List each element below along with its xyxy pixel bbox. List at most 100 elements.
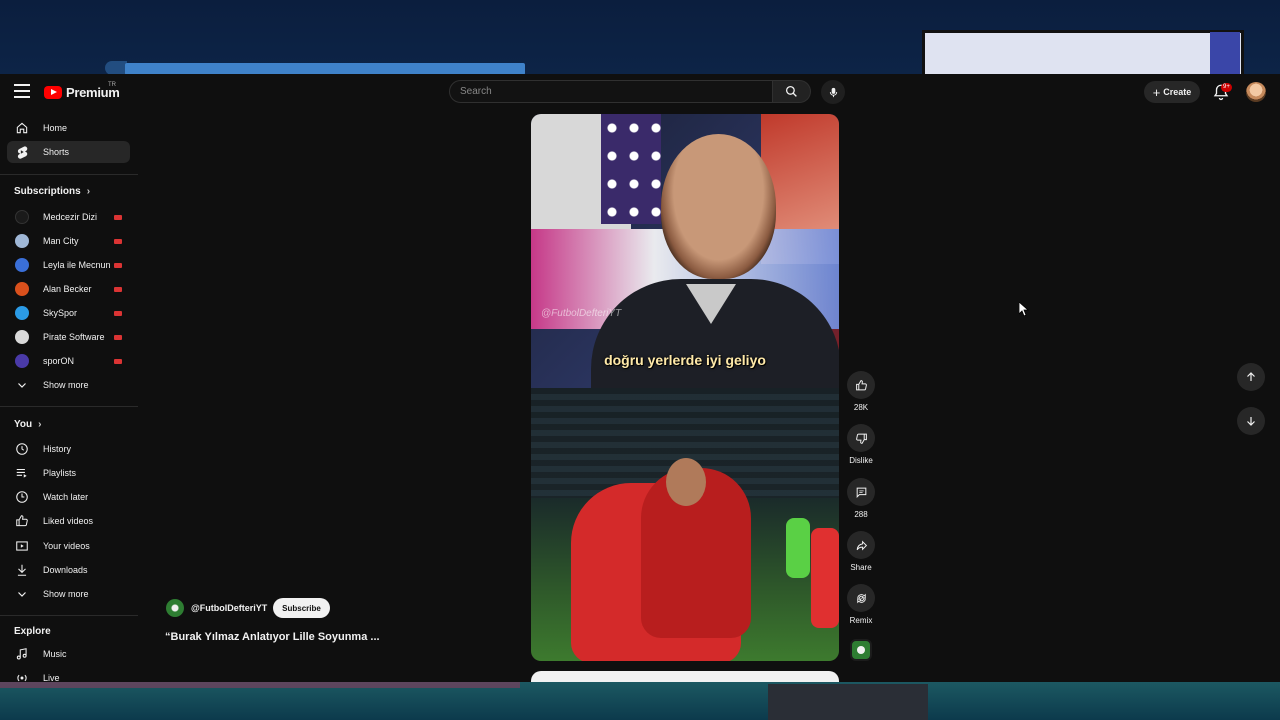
sidebar-item-alan-becker[interactable]: Alan Becker	[7, 278, 130, 300]
channel-avatar	[15, 258, 29, 272]
sidebar-item-label: Medcezir Dizi	[43, 212, 98, 222]
search-box	[449, 80, 773, 103]
explore-header: Explore	[14, 626, 51, 637]
sound-source-avatar[interactable]	[850, 639, 872, 661]
sidebar-item-live[interactable]: Live	[7, 667, 130, 682]
home-icon	[15, 121, 29, 135]
sidebar-item-watch-later[interactable]: Watch later	[7, 486, 130, 508]
sidebar-item-label: SkySpor	[43, 308, 78, 318]
sidebar-item-label: Playlists	[43, 468, 77, 478]
voice-search-button[interactable]	[821, 80, 845, 104]
short-video-player[interactable]: @FutbolDefteriYT doğru yerlerde iyi geli…	[531, 114, 839, 388]
menu-icon[interactable]	[14, 84, 30, 98]
playlists-icon	[15, 466, 29, 480]
plus-icon: +	[1152, 84, 1161, 100]
sidebar-item-label: Show more	[43, 380, 89, 390]
thumbs-up-icon	[855, 379, 867, 390]
live-icon	[15, 671, 29, 682]
search-input[interactable]	[450, 81, 772, 102]
create-label: Create	[1163, 87, 1192, 97]
sidebar-item-label: sporON	[43, 356, 75, 366]
subscribe-button[interactable]: Subscribe	[273, 598, 330, 618]
like-icon	[15, 514, 29, 528]
comments-action: 288	[846, 478, 876, 519]
sidebar-item-music[interactable]: Music	[7, 643, 130, 665]
sidebar: Home Shorts Subscriptions › Medcezir Diz…	[0, 110, 140, 682]
dislike-action: Dislike	[846, 424, 876, 465]
sidebar-item-label: Shorts	[43, 147, 70, 157]
chevron-down-icon	[15, 378, 29, 392]
your-videos-icon	[15, 539, 29, 553]
sidebar-item-label: Leyla ile Mecnun	[43, 260, 111, 270]
channel-avatar	[15, 282, 29, 296]
backdrop-decoration	[105, 61, 127, 75]
sidebar-item-liked-videos[interactable]: Liked videos	[7, 510, 130, 532]
live-indicator	[114, 358, 122, 364]
sidebar-item-shorts[interactable]: Shorts	[7, 141, 130, 163]
watch-later-icon	[15, 490, 29, 504]
channel-avatar	[15, 234, 29, 248]
dislike-button[interactable]	[847, 424, 875, 452]
previous-short-button[interactable]	[1237, 363, 1265, 391]
share-button[interactable]	[847, 531, 875, 559]
youtube-app: Premium TR + Create 9+ Hom	[0, 74, 1280, 682]
chevron-right-icon: ›	[86, 186, 91, 197]
live-indicator	[114, 334, 122, 340]
sidebar-item-pirate-software[interactable]: Pirate Software	[7, 326, 130, 348]
remix-button[interactable]	[847, 584, 875, 612]
chevron-down-icon	[15, 587, 29, 601]
video-frame-detail	[661, 134, 776, 279]
account-avatar[interactable]	[1246, 82, 1266, 102]
video-frame-detail	[666, 458, 706, 506]
section-title: You	[14, 419, 33, 430]
sidebar-item-man-city[interactable]: Man City	[7, 230, 130, 252]
sidebar-item-home[interactable]: Home	[7, 117, 130, 139]
sidebar-item-leyla-ile-mecnun[interactable]: Leyla ile Mecnun	[7, 254, 130, 276]
live-indicator	[114, 286, 122, 292]
sidebar-item-sporon[interactable]: sporON	[7, 350, 130, 372]
sidebar-item-label: Man City	[43, 236, 79, 246]
channel-avatar[interactable]	[166, 599, 184, 617]
divider	[0, 174, 138, 175]
sidebar-item-history[interactable]: History	[7, 438, 130, 460]
music-icon	[15, 647, 29, 661]
like-count: 28K	[853, 403, 869, 412]
create-button[interactable]: + Create	[1144, 81, 1200, 103]
share-action: Share	[846, 531, 876, 572]
next-short-button[interactable]	[1237, 407, 1265, 435]
sidebar-item-label: Your videos	[43, 541, 90, 551]
sidebar-item-skyspor[interactable]: SkySpor	[7, 302, 130, 324]
history-icon	[15, 442, 29, 456]
sidebar-item-label: Alan Becker	[43, 284, 92, 294]
subscriptions-header[interactable]: Subscriptions ›	[14, 186, 90, 197]
live-indicator	[114, 310, 122, 316]
next-short-preview	[531, 671, 839, 682]
video-frame-detail	[811, 528, 839, 628]
search-button[interactable]	[773, 80, 811, 103]
section-title: Subscriptions	[14, 186, 81, 197]
short-title[interactable]: “Burak Yılmaz Anlatıyor Lille Soyunma ..…	[165, 631, 405, 643]
comments-button[interactable]	[847, 478, 875, 506]
screen-root: Premium TR + Create 9+ Hom	[0, 0, 1280, 720]
sidebar-item-downloads[interactable]: Downloads	[7, 559, 130, 581]
subscriptions-show-more[interactable]: Show more	[7, 374, 130, 396]
you-header[interactable]: You ›	[14, 419, 42, 430]
divider	[0, 406, 138, 407]
sidebar-item-your-videos[interactable]: Your videos	[7, 535, 130, 557]
comment-icon	[856, 487, 866, 498]
shorts-icon	[15, 145, 29, 159]
like-action: 28K	[846, 371, 876, 412]
sidebar-item-playlists[interactable]: Playlists	[7, 462, 130, 484]
like-button[interactable]	[847, 371, 875, 399]
sidebar-item-medcezir-dizi[interactable]: Medcezir Dizi	[7, 206, 130, 228]
short-video-player-lower[interactable]	[531, 388, 839, 661]
channel-name[interactable]: @FutbolDefteriYT	[191, 603, 267, 613]
you-show-more[interactable]: Show more	[7, 583, 130, 605]
arrow-down-icon	[1247, 417, 1255, 426]
arrow-up-icon	[1247, 372, 1255, 381]
sidebar-item-label: Liked videos	[43, 516, 94, 526]
remix-label: Remix	[849, 616, 873, 625]
top-bar: Premium TR + Create 9+	[0, 74, 1280, 110]
sidebar-item-label: Music	[43, 649, 67, 659]
comment-count: 288	[854, 510, 868, 519]
